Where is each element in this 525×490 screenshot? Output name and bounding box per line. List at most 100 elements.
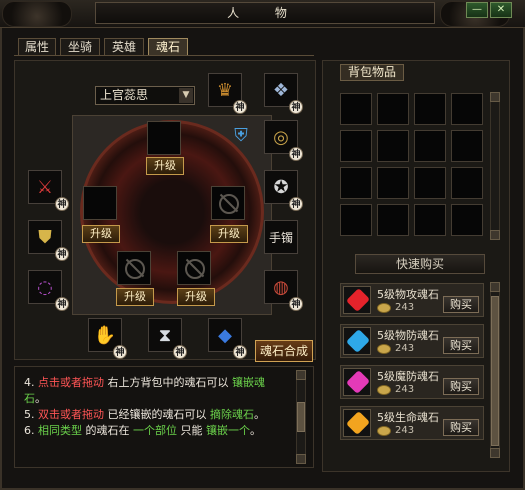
equip-bracelet-empty[interactable]: 手镯	[264, 220, 298, 254]
shop-item-name: 5级魔防魂石	[377, 370, 439, 383]
soul-slot-left[interactable]	[83, 186, 117, 220]
tab-mount[interactable]: 坐骑	[60, 38, 100, 56]
help-text-segment: 相同类型	[38, 424, 82, 437]
help-text-segment: 只能	[177, 424, 206, 437]
shop-item-price: 243	[395, 302, 415, 313]
help-scroll-thumb[interactable]	[297, 402, 305, 432]
buy-button[interactable]: 购买	[443, 378, 479, 395]
help-text-segment: 镶嵌魂	[232, 376, 265, 389]
god-badge: 神	[173, 345, 187, 359]
chevron-down-icon[interactable]: ▼	[179, 88, 193, 103]
character-dropdown[interactable]: 上官蕊思 ▼	[95, 86, 195, 105]
help-text-line: 6. 相同类型 的魂石在 一个部位 只能 镶嵌一个。	[24, 423, 261, 438]
help-text-line: 5. 双击或者拖动 已经镶嵌的魂石可以 摘除魂石。	[24, 407, 265, 422]
bag-slot[interactable]	[451, 130, 483, 162]
help-text-segment: 已经镶嵌的魂石可以	[104, 408, 210, 421]
shop-item[interactable]: 5级生命魂石 243 购买	[340, 406, 484, 440]
soul-slot-right-locked[interactable]	[211, 186, 245, 220]
bag-scrollbar[interactable]	[490, 92, 500, 240]
bag-slot[interactable]	[414, 204, 446, 236]
god-badge: 神	[233, 100, 247, 114]
coin-icon	[377, 426, 391, 436]
tab-hero[interactable]: 英雄	[104, 38, 144, 56]
soul-stone-icon[interactable]	[343, 286, 371, 314]
soul-stone-synthesis-button[interactable]: 魂石合成	[255, 340, 313, 362]
buy-button[interactable]: 购买	[443, 337, 479, 354]
shop-scroll-down-arrow[interactable]	[490, 448, 500, 458]
help-text-segment: 双击或者拖动	[38, 408, 104, 421]
upgrade-button-left[interactable]: 升级	[82, 225, 120, 243]
soul-slot-bottom-left-locked[interactable]	[117, 251, 151, 285]
bag-slot[interactable]	[340, 167, 372, 199]
bag-slot[interactable]	[414, 130, 446, 162]
bag-slot[interactable]	[451, 167, 483, 199]
shop-item-price: 243	[395, 343, 415, 354]
shop-item[interactable]: 5级物攻魂石 243 购买	[340, 283, 484, 317]
character-dropdown-value: 上官蕊思	[100, 88, 149, 102]
coin-icon	[377, 303, 391, 313]
shop-item-name: 5级物防魂石	[377, 329, 439, 342]
god-badge: 神	[289, 147, 303, 161]
god-badge: 神	[113, 345, 127, 359]
shop-item-price: 243	[395, 384, 415, 395]
shop-scroll-thumb[interactable]	[491, 296, 499, 446]
soul-stone-icon[interactable]	[343, 327, 371, 355]
close-button[interactable]: ✕	[490, 2, 512, 18]
help-text-line: 石。	[24, 391, 46, 406]
boots-icon: ⧗	[158, 324, 172, 346]
bracelet-label: 手镯	[268, 230, 293, 245]
soul-slot-top[interactable]	[147, 121, 181, 155]
gem-icon: ◆	[218, 324, 232, 346]
equip-shield-emblem[interactable]: ⛨	[224, 118, 258, 152]
gem-shape	[345, 328, 371, 354]
help-text-segment: 右上方背包中的魂石可以	[104, 376, 232, 389]
soul-stone-icon[interactable]	[343, 368, 371, 396]
help-text-segment: 6.	[24, 424, 38, 437]
belt-icon: ◌	[37, 276, 53, 298]
tab-divider	[14, 55, 314, 56]
shop-item[interactable]: 5级物防魂石 243 购买	[340, 324, 484, 358]
bag-scroll-down-arrow[interactable]	[490, 230, 500, 240]
bag-slot[interactable]	[451, 204, 483, 236]
help-text-segment: 镶嵌一个	[206, 424, 250, 437]
window-title: 人 物	[95, 2, 435, 24]
bag-slot[interactable]	[377, 167, 409, 199]
bag-slot[interactable]	[377, 93, 409, 125]
bag-slot[interactable]	[340, 204, 372, 236]
scroll-up-arrow[interactable]	[296, 370, 306, 380]
bag-scroll-up-arrow[interactable]	[490, 92, 500, 102]
buy-button[interactable]: 购买	[443, 296, 479, 313]
help-text-segment: 的魂石在	[82, 424, 133, 437]
shop-item-name: 5级物攻魂石	[377, 288, 439, 301]
buy-button[interactable]: 购买	[443, 419, 479, 436]
shop-scroll-up-arrow[interactable]	[490, 282, 500, 292]
help-text-segment: 。	[254, 408, 265, 421]
scroll-down-arrow[interactable]	[296, 454, 306, 464]
minimize-button[interactable]: —	[466, 2, 488, 18]
bag-slot[interactable]	[451, 93, 483, 125]
upgrade-button-top[interactable]: 升级	[146, 157, 184, 175]
god-badge: 神	[289, 297, 303, 311]
bag-slot[interactable]	[377, 130, 409, 162]
bag-slot[interactable]	[340, 93, 372, 125]
bag-slot[interactable]	[340, 130, 372, 162]
soul-stone-icon[interactable]	[343, 409, 371, 437]
upgrade-button-bottom-right[interactable]: 升级	[177, 288, 215, 306]
bag-slot[interactable]	[414, 167, 446, 199]
upgrade-button-right[interactable]: 升级	[210, 225, 248, 243]
shop-item[interactable]: 5级魔防魂石 243 购买	[340, 365, 484, 399]
helmet-icon: ♛	[216, 79, 234, 101]
god-badge: 神	[289, 197, 303, 211]
help-text-segment: 摘除魂石	[210, 408, 254, 421]
tab-soul-stone[interactable]: 魂石	[148, 38, 188, 56]
help-text-segment: 。	[35, 392, 46, 405]
sword-icon: ⚔	[36, 176, 54, 198]
god-badge: 神	[233, 345, 247, 359]
bag-slot[interactable]	[414, 93, 446, 125]
upgrade-button-bottom-left[interactable]: 升级	[116, 288, 154, 306]
help-text-segment: 4.	[24, 376, 38, 389]
tab-attributes[interactable]: 属性	[18, 38, 56, 56]
shop-item-price: 243	[395, 425, 415, 436]
bag-slot[interactable]	[377, 204, 409, 236]
soul-slot-bottom-right-locked[interactable]	[177, 251, 211, 285]
